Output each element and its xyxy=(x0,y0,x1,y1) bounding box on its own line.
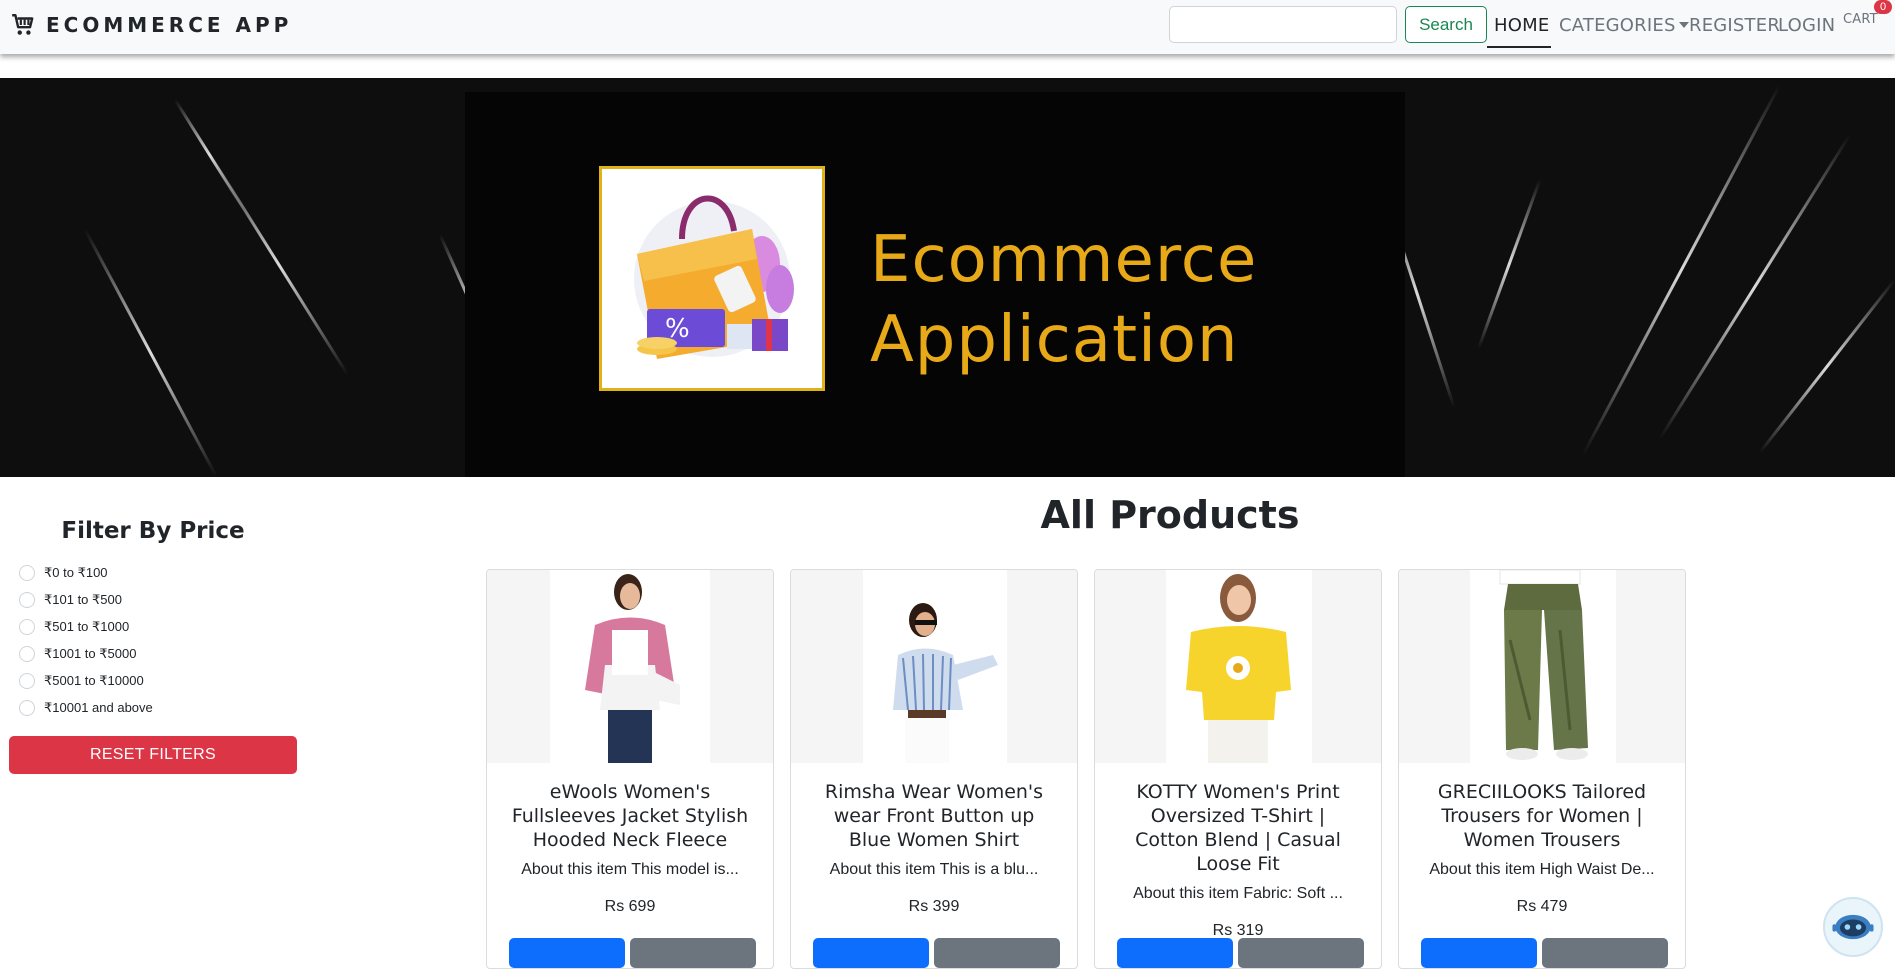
price-filter-option[interactable]: ₹0 to ₹100 xyxy=(19,559,153,586)
robot-icon xyxy=(1832,914,1874,940)
product-description: About this item This model is... xyxy=(521,861,739,878)
add-to-cart-button[interactable] xyxy=(630,938,756,968)
product-name[interactable]: eWools Women's Fullsleeves Jacket Stylis… xyxy=(510,780,750,852)
card-actions xyxy=(509,938,756,968)
price-filter-option[interactable]: ₹501 to ₹1000 xyxy=(19,613,153,640)
product-price: Rs 699 xyxy=(604,898,656,915)
card-actions xyxy=(1421,938,1668,968)
add-to-cart-button[interactable] xyxy=(1542,938,1668,968)
product-image xyxy=(1095,570,1381,763)
shopping-bag-logo: % xyxy=(599,166,825,391)
nav-register-link[interactable]: REGISTER xyxy=(1689,15,1780,36)
price-filter-option[interactable]: ₹5001 to ₹10000 xyxy=(19,667,153,694)
radio-button[interactable] xyxy=(19,591,35,608)
product-description: About this item High Waist De... xyxy=(1429,861,1655,878)
products-title: All Products xyxy=(1040,493,1300,537)
price-filter-option[interactable]: ₹10001 and above xyxy=(19,694,153,721)
nav-login-link[interactable]: LOGIN xyxy=(1778,15,1835,36)
nav-cart-link[interactable]: CART xyxy=(1843,12,1878,27)
product-image xyxy=(791,570,1077,763)
brand-name: ECOMMERCE APP xyxy=(46,13,293,37)
product-image xyxy=(487,570,773,763)
light-streak xyxy=(1657,133,1852,441)
radio-button[interactable] xyxy=(19,699,35,716)
product-name[interactable]: Rimsha Wear Women's wear Front Button up… xyxy=(814,780,1054,852)
product-name[interactable]: KOTTY Women's Print Oversized T-Shirt | … xyxy=(1118,780,1358,876)
brand-link[interactable]: ECOMMERCE APP xyxy=(10,12,292,38)
more-details-button[interactable] xyxy=(1117,938,1233,968)
radio-button[interactable] xyxy=(19,564,35,581)
price-range-label: ₹101 to ₹500 xyxy=(44,591,122,607)
product-photo xyxy=(1186,574,1291,763)
radio-button[interactable] xyxy=(19,672,35,689)
add-to-cart-button[interactable] xyxy=(934,938,1060,968)
shopping-bag-icon: % xyxy=(634,195,794,359)
price-range-label: ₹0 to ₹100 xyxy=(44,564,108,580)
banner-title: Ecommerce Application xyxy=(870,220,1257,380)
product-card[interactable]: KOTTY Women's Print Oversized T-Shirt | … xyxy=(1094,569,1382,969)
banner-title-line2: Application xyxy=(870,303,1239,377)
product-price: Rs 399 xyxy=(908,898,960,915)
hero-banner: % Ecommerce Application xyxy=(0,78,1895,477)
product-card[interactable]: GRECIILOOKS Tailored Trousers for Women … xyxy=(1398,569,1686,969)
nav-categories-label: CATEGORIES xyxy=(1559,15,1676,36)
light-streak xyxy=(1758,278,1895,454)
price-filter-option[interactable]: ₹1001 to ₹5000 xyxy=(19,640,153,667)
more-details-button[interactable] xyxy=(813,938,929,968)
search-input[interactable] xyxy=(1169,6,1397,43)
price-filter-option[interactable]: ₹101 to ₹500 xyxy=(19,586,153,613)
product-photo xyxy=(893,603,998,763)
nav-categories-dropdown[interactable]: CATEGORIES xyxy=(1559,15,1689,36)
price-range-label: ₹501 to ₹1000 xyxy=(44,618,130,634)
price-filter-list: ₹0 to ₹100 ₹101 to ₹500 ₹501 to ₹1000 ₹1… xyxy=(19,559,153,721)
product-description: About this item This is a blu... xyxy=(829,861,1039,878)
light-streak xyxy=(83,228,218,477)
product-photo xyxy=(585,574,680,763)
light-streak xyxy=(1477,178,1542,350)
more-details-button[interactable] xyxy=(1421,938,1537,968)
product-name[interactable]: GRECIILOOKS Tailored Trousers for Women … xyxy=(1422,780,1662,852)
reset-filters-button[interactable]: RESET FILTERS xyxy=(9,736,297,774)
search-button[interactable]: Search xyxy=(1405,6,1487,43)
cart-count-badge: 0 xyxy=(1874,0,1892,14)
price-range-label: ₹1001 to ₹5000 xyxy=(44,645,137,661)
product-description: About this item Fabric: Soft ... xyxy=(1133,885,1343,902)
product-card[interactable]: Rimsha Wear Women's wear Front Button up… xyxy=(790,569,1078,969)
add-to-cart-button[interactable] xyxy=(1238,938,1364,968)
light-streak xyxy=(173,98,246,211)
card-actions xyxy=(1117,938,1364,968)
product-image xyxy=(1399,570,1685,763)
banner-title-line1: Ecommerce xyxy=(870,223,1258,297)
caret-down-icon xyxy=(1678,21,1689,28)
active-link-underline xyxy=(1487,46,1551,48)
price-range-label: ₹10001 and above xyxy=(44,699,153,715)
product-card[interactable]: eWools Women's Fullsleeves Jacket Stylis… xyxy=(486,569,774,969)
top-navbar: ECOMMERCE APP Search HOME CATEGORIES REG… xyxy=(0,0,1895,54)
card-actions xyxy=(813,938,1060,968)
shopping-cart-icon xyxy=(12,14,34,35)
radio-button[interactable] xyxy=(19,618,35,635)
product-price: Rs 479 xyxy=(1516,898,1568,915)
nav-home-link[interactable]: HOME xyxy=(1494,15,1549,36)
more-details-button[interactable] xyxy=(509,938,625,968)
radio-button[interactable] xyxy=(19,645,35,662)
chatbot-launcher[interactable] xyxy=(1823,897,1883,957)
filter-title: Filter By Price xyxy=(61,518,245,544)
product-photo xyxy=(1499,570,1588,760)
price-range-label: ₹5001 to ₹10000 xyxy=(44,672,144,688)
